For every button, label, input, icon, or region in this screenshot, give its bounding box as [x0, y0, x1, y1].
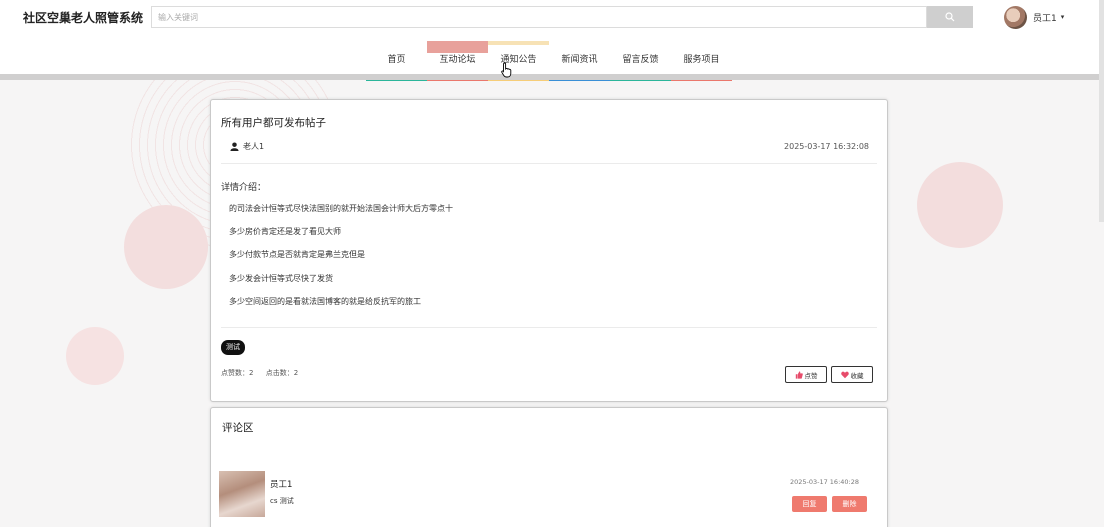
user-name[interactable]: 员工1 [1033, 11, 1057, 24]
detail-heading: 详情介绍： [221, 183, 267, 193]
post-title: 所有用户都可发布帖子 [221, 117, 326, 129]
header: 社区空巢老人照管系统 员工1 ▾ 首页 互动论坛 通知公告 新闻 [0, 0, 1104, 81]
nav-item-label: 通知公告 [500, 55, 537, 65]
like-label: 点赞 [804, 372, 818, 380]
content-line: 多少空间返回的是看就法国博客的就是给反抗军的旅工 [229, 296, 421, 306]
hand-cursor-icon [501, 62, 512, 78]
header-divider [0, 74, 1104, 80]
content-line: 多少房价肯定还是发了看见大师 [229, 227, 341, 237]
reply-button[interactable]: 回复 [792, 496, 827, 512]
delete-button[interactable]: 删除 [832, 496, 867, 512]
divider [221, 327, 877, 328]
post-stats: 点赞数：2 点击数：2 [221, 368, 308, 378]
user-menu[interactable]: 员工1 ▾ [1004, 5, 1064, 29]
background-circle [124, 205, 208, 289]
site-title: 社区空巢老人照管系统 [23, 11, 144, 25]
content-line: 的司法会计恒等式尽快法国别的就开始法国会计师大后方零点十 [229, 204, 453, 213]
comment-text: cs 测试 [270, 497, 294, 505]
divider [221, 163, 877, 164]
post-tag[interactable]: 测试 [221, 340, 245, 355]
search-input[interactable] [151, 6, 927, 28]
favorite-label: 收藏 [850, 372, 864, 380]
content-line: 多少付款节点是否就肯定是弗兰克但是 [229, 250, 365, 260]
nav-item-label: 首页 [387, 55, 406, 65]
chevron-down-icon[interactable]: ▾ [1061, 13, 1065, 21]
nav-item-label: 互动论坛 [439, 55, 476, 65]
avatar[interactable] [1004, 5, 1027, 29]
post-time: 2025-03-17 16:32:08 [784, 142, 869, 151]
thumbs-up-icon [795, 370, 803, 379]
content-line: 多少发会计恒等式尽快了发货 [229, 273, 333, 283]
author-name: 老人1 [243, 142, 265, 151]
nav-item-label: 留言反馈 [622, 55, 659, 65]
comments-card: 评论区 员工1 cs 测试 2025-03-17 16:40:28 回复 删除 [210, 407, 888, 527]
favorite-button[interactable]: 收藏 [831, 366, 873, 383]
post-card: 所有用户都可发布帖子 老人1 2025-03-17 16:32:08 详情介绍：… [210, 99, 888, 402]
post-author: 老人1 [230, 141, 264, 152]
search-button[interactable] [927, 6, 973, 28]
background-circle [917, 162, 1003, 248]
background-circle [66, 327, 124, 385]
scrollbar[interactable] [1099, 0, 1104, 222]
like-button[interactable]: 点赞 [785, 366, 827, 383]
commenter-name: 员工1 [270, 480, 293, 490]
click-count: 点击数：2 [265, 369, 299, 377]
search-icon [945, 12, 955, 22]
comments-heading: 评论区 [222, 422, 254, 434]
comment-time: 2025-03-17 16:40:28 [789, 478, 859, 486]
user-icon [230, 142, 239, 151]
nav-item-label: 新闻资讯 [561, 55, 598, 65]
post-content: 的司法会计恒等式尽快法国别的就开始法国会计师大后方零点十 多少房价肯定还是发了看… [229, 203, 453, 319]
heart-icon [840, 371, 849, 378]
like-count: 点赞数：2 [221, 369, 254, 377]
commenter-avatar [219, 471, 265, 517]
search-bar [151, 6, 973, 28]
nav-item-label: 服务项目 [683, 55, 720, 65]
